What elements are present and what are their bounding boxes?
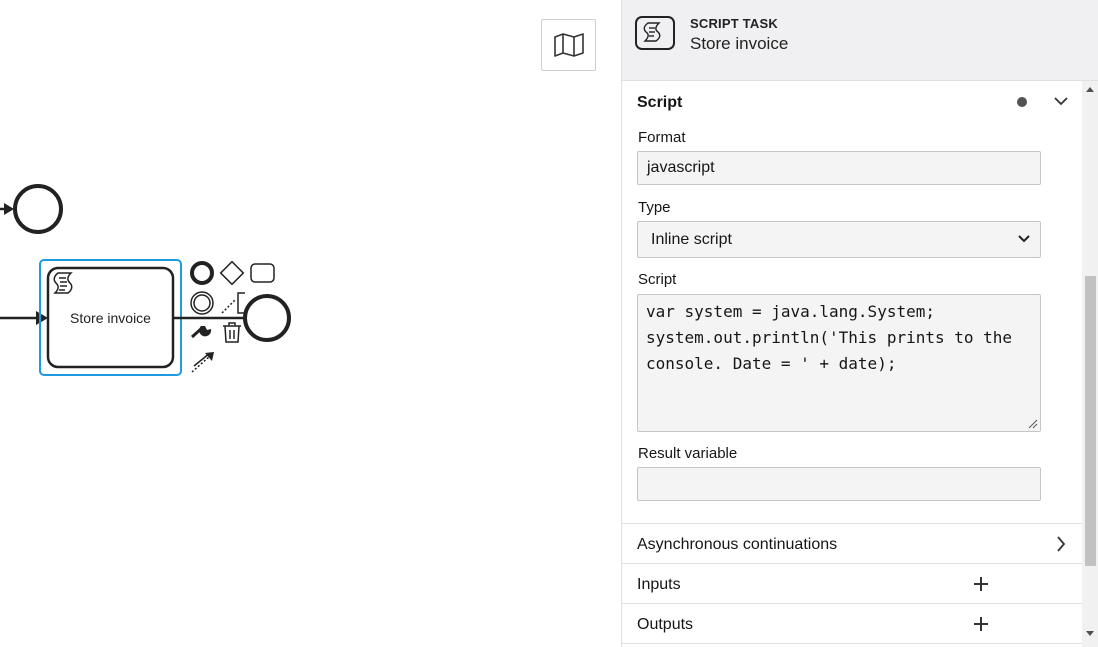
element-type: SCRIPT TASK xyxy=(690,16,778,31)
end-event-right[interactable] xyxy=(243,294,291,342)
plus-icon[interactable] xyxy=(973,576,989,592)
script-label: Script xyxy=(638,271,677,288)
minimap-toggle-button[interactable] xyxy=(541,19,596,71)
properties-panel: SCRIPT TASK Store invoice Script Format … xyxy=(621,0,1098,647)
intermediate-event-icon[interactable] xyxy=(190,291,214,315)
scroll-down-arrow-icon[interactable] xyxy=(1085,630,1095,637)
end-event[interactable] xyxy=(13,184,63,234)
chevron-right-icon[interactable] xyxy=(1056,536,1066,552)
text-annotation-icon[interactable] xyxy=(221,292,245,314)
map-icon xyxy=(553,33,584,57)
group-title-script[interactable]: Script xyxy=(637,94,682,112)
divider xyxy=(622,643,1082,644)
chevron-down-icon[interactable] xyxy=(1054,96,1068,106)
group-title-async[interactable]: Asynchronous continuations xyxy=(637,536,837,554)
wrench-icon[interactable] xyxy=(190,326,212,339)
plus-icon[interactable] xyxy=(973,616,989,632)
group-title-outputs[interactable]: Outputs xyxy=(637,616,693,634)
task-icon[interactable] xyxy=(250,263,275,283)
scrollbar-thumb[interactable] xyxy=(1085,276,1096,566)
diagram-canvas[interactable]: Store invoice xyxy=(0,0,621,647)
arrow-head-icon xyxy=(36,311,48,325)
script-task-icon xyxy=(635,16,675,50)
resize-grip-icon[interactable] xyxy=(1027,418,1038,429)
divider xyxy=(622,523,1082,524)
element-name: Store invoice xyxy=(690,34,789,53)
scroll-up-arrow-icon[interactable] xyxy=(1085,86,1095,93)
connect-icon[interactable] xyxy=(191,352,214,373)
format-input[interactable]: javascript xyxy=(637,151,1041,185)
script-textarea[interactable]: var system = java.lang.System; system.ou… xyxy=(637,294,1041,432)
result-variable-label: Result variable xyxy=(638,445,738,462)
trash-icon[interactable] xyxy=(223,322,241,343)
chevron-down-icon xyxy=(1018,235,1030,243)
format-label: Format xyxy=(638,129,686,146)
gateway-icon[interactable] xyxy=(219,260,245,286)
divider xyxy=(622,603,1082,604)
type-select[interactable]: Inline script xyxy=(637,221,1041,258)
arrow-head-icon xyxy=(4,203,14,215)
task-label[interactable]: Store invoice xyxy=(48,268,173,367)
group-title-inputs[interactable]: Inputs xyxy=(637,576,681,594)
result-variable-input[interactable] xyxy=(637,467,1041,501)
end-event-icon[interactable] xyxy=(190,261,214,285)
divider xyxy=(622,563,1082,564)
type-select-value: Inline script xyxy=(651,231,732,248)
script-icon xyxy=(643,22,661,42)
data-indicator-dot xyxy=(1017,97,1027,107)
type-label: Type xyxy=(638,199,671,216)
panel-header: SCRIPT TASK Store invoice xyxy=(622,0,1098,81)
